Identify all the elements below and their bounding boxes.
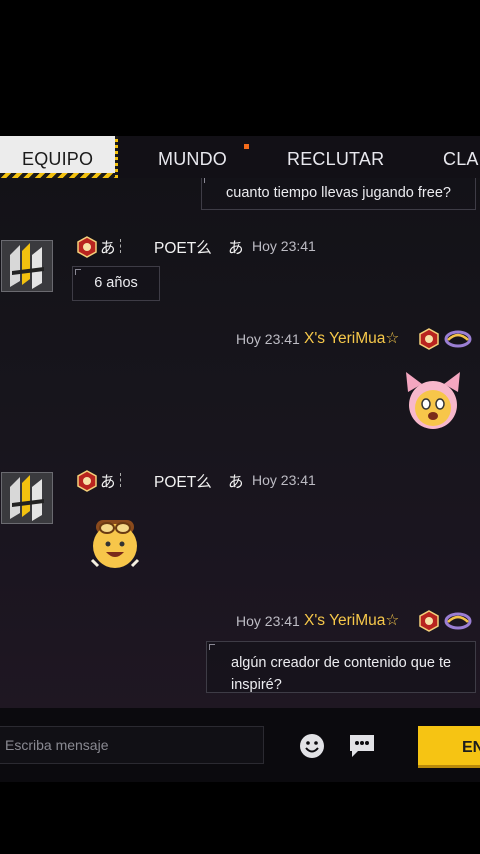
chat-tabs: EQUIPO MUNDO RECLUTAR CLAN bbox=[0, 136, 480, 178]
sender-prefix: あ bbox=[100, 474, 116, 491]
sticker-girl-icon bbox=[406, 372, 460, 429]
tab-clan[interactable]: CLAN bbox=[443, 136, 480, 178]
rank-badge-icon bbox=[77, 470, 97, 492]
divider bbox=[120, 239, 123, 253]
message-input[interactable] bbox=[0, 726, 264, 764]
button-shade bbox=[418, 765, 480, 768]
sender-suffix: あ bbox=[228, 240, 244, 257]
my-sender-line: Hoy 23:41 X's YeriMua☆ bbox=[236, 610, 476, 634]
notification-dot bbox=[244, 144, 249, 149]
chat-feed[interactable]: cuanto tiempo llevas jugando free? あ POE… bbox=[0, 178, 480, 708]
player-avatar-icon bbox=[2, 473, 52, 523]
rank-badge-icon bbox=[419, 610, 439, 632]
tab-equipo[interactable]: EQUIPO bbox=[0, 136, 118, 178]
rank-badge-icon bbox=[77, 236, 97, 258]
rank-badge-icon bbox=[419, 328, 439, 350]
top-letterbox bbox=[0, 0, 480, 136]
timestamp: Hoy 23:41 bbox=[252, 472, 316, 488]
my-username[interactable]: X's YeriMua☆ bbox=[304, 611, 399, 630]
tab-equipo-label: EQUIPO bbox=[22, 149, 94, 169]
hazard-edge bbox=[115, 136, 118, 178]
tab-mundo[interactable]: MUNDO bbox=[158, 136, 227, 178]
message-bubble-outgoing: algún creador de contenido que te inspir… bbox=[206, 641, 476, 693]
send-button[interactable]: ENVIAR bbox=[418, 726, 480, 768]
sender-name[interactable]: POET么 bbox=[154, 236, 212, 258]
divider bbox=[120, 473, 123, 487]
sender-prefix: あ bbox=[100, 240, 116, 257]
sender-name[interactable]: POET么 bbox=[154, 470, 212, 492]
flair-icon bbox=[444, 612, 472, 630]
timestamp: Hoy 23:41 bbox=[236, 331, 300, 347]
message-composer: ENVIAR bbox=[0, 708, 480, 782]
send-label: ENVIAR bbox=[462, 739, 480, 756]
my-username[interactable]: X's YeriMua☆ bbox=[304, 329, 399, 348]
avatar[interactable] bbox=[1, 472, 53, 524]
avatar[interactable] bbox=[1, 240, 53, 292]
chat-bubble-icon[interactable] bbox=[347, 732, 377, 760]
timestamp: Hoy 23:41 bbox=[236, 613, 300, 629]
smiley-icon[interactable] bbox=[298, 732, 326, 760]
message-bubble-outgoing: cuanto tiempo llevas jugando free? bbox=[201, 178, 476, 210]
flair-icon bbox=[444, 330, 472, 348]
my-sender-line: Hoy 23:41 X's YeriMua☆ bbox=[236, 328, 476, 352]
player-avatar-icon bbox=[2, 241, 52, 291]
bottom-letterbox bbox=[0, 782, 480, 854]
timestamp: Hoy 23:41 bbox=[252, 238, 316, 254]
tab-reclutar[interactable]: RECLUTAR bbox=[287, 136, 384, 178]
sender-suffix: あ bbox=[228, 474, 244, 491]
sticker-boy-icon bbox=[90, 520, 140, 568]
message-bubble-incoming: 6 años bbox=[72, 266, 160, 301]
